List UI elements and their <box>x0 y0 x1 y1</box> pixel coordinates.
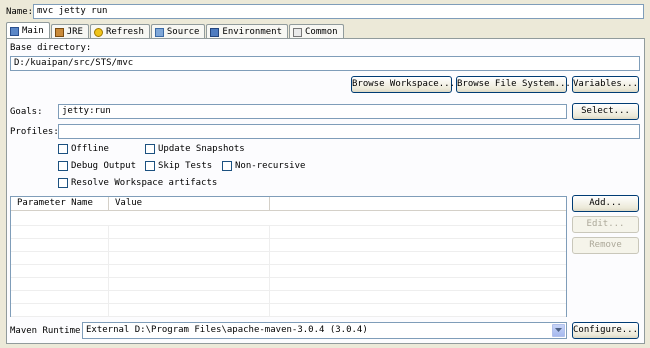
update-snapshots-checkbox-box[interactable] <box>145 144 155 154</box>
goals-label: Goals: <box>10 107 43 117</box>
edit-parameter-button[interactable]: Edit... <box>572 216 639 233</box>
tab-common-label: Common <box>305 26 338 37</box>
parameters-table-header: Parameter Name Value <box>11 197 566 211</box>
offline-label: Offline <box>71 144 109 154</box>
common-icon <box>293 27 303 37</box>
non-recursive-label: Non-recursive <box>235 161 306 171</box>
tab-main-label: Main <box>22 25 44 36</box>
tab-environment-label: Environment <box>222 26 283 37</box>
column-header-value[interactable]: Value <box>109 197 270 210</box>
skip-tests-checkbox[interactable]: Skip Tests <box>145 161 212 171</box>
table-row <box>11 265 566 278</box>
table-row <box>11 226 566 239</box>
table-row <box>11 278 566 291</box>
offline-checkbox-box[interactable] <box>58 144 68 154</box>
remove-parameter-button[interactable]: Remove <box>572 237 639 254</box>
skip-tests-label: Skip Tests <box>158 161 213 171</box>
parameters-table[interactable]: Parameter Name Value <box>10 196 567 317</box>
name-field[interactable]: mvc jetty run <box>33 4 644 19</box>
table-row <box>11 239 566 252</box>
table-row <box>11 304 566 317</box>
tab-jre[interactable]: JRE <box>50 24 89 39</box>
debug-output-checkbox[interactable]: Debug Output <box>58 161 136 171</box>
table-row <box>11 291 566 304</box>
skip-tests-checkbox-box[interactable] <box>145 161 155 171</box>
non-recursive-checkbox[interactable]: Non-recursive <box>222 161 305 171</box>
column-header-filler <box>270 197 566 210</box>
tab-refresh-label: Refresh <box>105 26 144 37</box>
maven-runtime-select[interactable]: External D:\Program Files\apache-maven-3… <box>82 322 567 339</box>
browse-file-system-button[interactable]: Browse File System... <box>456 76 571 93</box>
tab-strip: Main JRE Refresh Source Environment Comm… <box>6 22 345 39</box>
tab-jre-label: JRE <box>66 26 83 37</box>
source-icon <box>154 27 164 37</box>
maven-runtime-value: External D:\Program Files\apache-maven-3… <box>86 325 368 335</box>
goals-field[interactable]: jetty:run <box>58 104 567 119</box>
main-icon <box>10 26 19 36</box>
tab-main[interactable]: Main <box>6 22 50 39</box>
profiles-field[interactable] <box>58 124 640 139</box>
tab-refresh[interactable]: Refresh <box>89 24 150 39</box>
resolve-workspace-label: Resolve Workspace artifacts <box>71 178 218 188</box>
update-snapshots-label: Update Snapshots <box>158 144 245 154</box>
select-goals-button[interactable]: Select... <box>572 103 639 120</box>
resolve-workspace-checkbox[interactable]: Resolve Workspace artifacts <box>58 178 217 188</box>
name-label: Name: <box>6 7 34 17</box>
tab-source-label: Source <box>166 26 200 37</box>
base-directory-field[interactable]: D:/kuaipan/src/STS/mvc <box>10 56 640 71</box>
column-header-parameter-name[interactable]: Parameter Name <box>11 197 109 210</box>
jre-icon <box>54 27 64 37</box>
table-row <box>11 252 566 265</box>
profiles-label: Profiles: <box>10 127 59 137</box>
tab-source[interactable]: Source <box>150 24 206 39</box>
base-directory-label: Base directory: <box>10 43 92 53</box>
chevron-down-icon[interactable] <box>552 324 565 337</box>
configure-runtime-button[interactable]: Configure... <box>572 322 639 339</box>
debug-output-label: Debug Output <box>71 161 137 171</box>
table-header-gap <box>11 211 566 226</box>
browse-workspace-button[interactable]: Browse Workspace... <box>351 76 455 93</box>
tab-environment[interactable]: Environment <box>206 24 289 39</box>
update-snapshots-checkbox[interactable]: Update Snapshots <box>145 144 245 154</box>
offline-checkbox[interactable]: Offline <box>58 144 109 154</box>
maven-runtime-label: Maven Runtime: <box>10 326 86 336</box>
add-parameter-button[interactable]: Add... <box>572 195 639 212</box>
debug-output-checkbox-box[interactable] <box>58 161 68 171</box>
resolve-workspace-checkbox-box[interactable] <box>58 178 68 188</box>
environment-icon <box>210 27 220 37</box>
tab-common[interactable]: Common <box>289 24 344 39</box>
variables-button[interactable]: Variables... <box>572 76 639 93</box>
non-recursive-checkbox-box[interactable] <box>222 161 232 171</box>
refresh-icon <box>93 27 103 37</box>
